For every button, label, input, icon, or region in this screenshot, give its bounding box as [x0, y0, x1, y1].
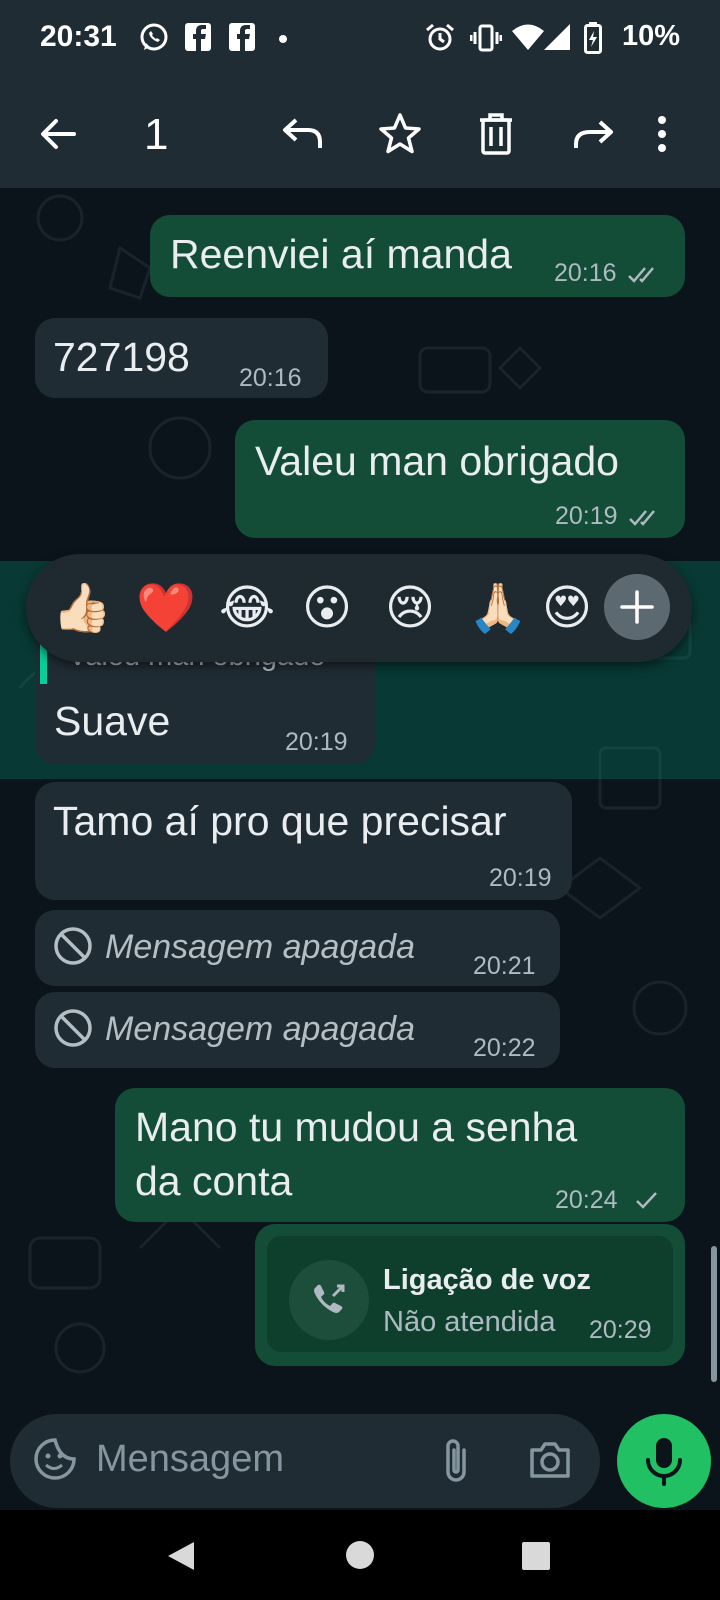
reaction-picker: 👍🏻 ❤️ 😂 😮 😢 🙏🏻 😍 [26, 554, 692, 662]
facebook-icon [228, 22, 256, 52]
back-arrow-icon[interactable] [34, 110, 82, 158]
message-time: 20:19 [489, 864, 552, 892]
signal-icon [544, 24, 570, 50]
message-text: 727198 [53, 334, 190, 380]
selection-action-bar: 1 [0, 80, 720, 188]
deleted-message-text: Mensagem apagada [105, 1010, 416, 1048]
forward-icon[interactable] [568, 110, 616, 158]
battery-percent: 10% [621, 20, 680, 52]
add-reaction-button[interactable] [604, 574, 670, 640]
attach-icon[interactable] [442, 1436, 472, 1486]
message-time: 20:16 [239, 364, 302, 392]
missed-call-icon [289, 1260, 369, 1340]
call-card: Ligação de voz Não atendida 20:29 [267, 1236, 673, 1352]
camera-icon[interactable] [528, 1438, 572, 1482]
message-text: Valeu man obrigado [255, 438, 619, 484]
reaction-thumbs-up[interactable]: 👍🏻 [52, 578, 112, 638]
battery-icon [584, 22, 602, 54]
reaction-heart-eyes[interactable]: 😍 [542, 578, 592, 638]
scrollbar[interactable] [711, 1246, 717, 1382]
deleted-message-bubble[interactable]: Mensagem apagada 20:21 [35, 910, 560, 986]
message-text: Tamo aí pro que precisar [53, 798, 507, 844]
call-message-bubble[interactable]: Ligação de voz Não atendida 20:29 [255, 1224, 685, 1366]
vibrate-icon [470, 22, 502, 54]
message-text-line-2: da conta [135, 1158, 293, 1204]
chat-area[interactable]: Reenviei aí manda 20:16 727198 20:16 Val… [0, 188, 720, 1390]
message-bubble[interactable]: 727198 20:16 [35, 318, 328, 398]
deleted-icon [53, 1008, 93, 1048]
message-time: 20:22 [473, 1034, 536, 1062]
nav-back-icon[interactable] [166, 1540, 196, 1572]
deleted-message-text: Mensagem apagada [105, 928, 416, 966]
message-time: 20:21 [473, 952, 536, 980]
reply-icon[interactable] [280, 110, 328, 158]
reaction-heart[interactable]: ❤️ [136, 578, 196, 638]
reaction-crying[interactable]: 😢 [385, 578, 435, 638]
status-time: 20:31 [40, 20, 117, 53]
deleted-icon [53, 926, 93, 966]
delete-icon[interactable] [472, 110, 520, 158]
reaction-laughing[interactable]: 😂 [219, 578, 275, 638]
status-bar: 20:31 10% [0, 0, 720, 80]
message-input-placeholder: Mensagem [96, 1438, 284, 1480]
wifi-icon [512, 24, 544, 50]
message-bubble[interactable]: Valeu man obrigado 20:19 [235, 420, 685, 538]
message-bubble[interactable]: Reenviei aí manda 20:16 [150, 215, 685, 297]
reaction-praying[interactable]: 🙏🏻 [468, 578, 528, 638]
dot-icon [278, 34, 288, 44]
reaction-surprised[interactable]: 😮 [302, 578, 352, 638]
facebook-icon [184, 22, 212, 52]
sent-tick-icon [635, 1190, 659, 1210]
more-icon[interactable] [652, 110, 700, 158]
read-receipt-icon [628, 265, 660, 285]
whatsapp-icon [138, 22, 170, 54]
alarm-icon [424, 22, 456, 54]
call-title: Ligação de voz [383, 1264, 591, 1296]
message-time: 20:19 [285, 728, 348, 756]
message-time: 20:19 [555, 502, 618, 530]
plus-icon [620, 590, 654, 624]
message-time: 20:16 [554, 259, 617, 287]
star-icon[interactable] [376, 110, 424, 158]
message-time: 20:29 [589, 1316, 652, 1344]
message-text: Suave [54, 698, 171, 744]
call-status: Não atendida [383, 1306, 556, 1338]
sticker-icon[interactable] [32, 1436, 78, 1482]
nav-home-icon[interactable] [345, 1540, 375, 1570]
mic-button[interactable] [617, 1414, 711, 1508]
message-text: Reenviei aí manda [170, 231, 512, 277]
read-receipt-icon [629, 508, 661, 528]
deleted-message-bubble[interactable]: Mensagem apagada 20:22 [35, 992, 560, 1068]
message-input[interactable]: Mensagem [10, 1414, 600, 1508]
selected-count: 1 [144, 110, 169, 159]
mic-icon [646, 1438, 682, 1486]
message-time: 20:24 [555, 1186, 618, 1214]
message-text-line-1: Mano tu mudou a senha [135, 1104, 578, 1150]
nav-recents-icon[interactable] [521, 1541, 551, 1571]
composer: Mensagem [0, 1390, 720, 1510]
message-bubble[interactable]: Tamo aí pro que precisar 20:19 [35, 782, 572, 900]
system-nav-bar [0, 1510, 720, 1600]
message-bubble[interactable]: Mano tu mudou a senha da conta 20:24 [115, 1088, 685, 1222]
